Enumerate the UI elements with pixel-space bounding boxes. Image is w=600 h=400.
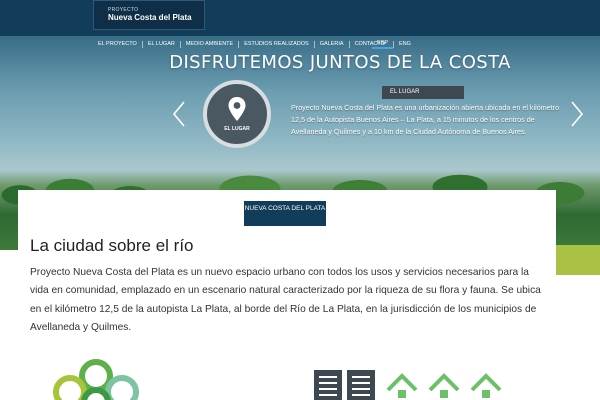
section-title: La ciudad sobre el río <box>30 236 194 255</box>
slider-next-button[interactable] <box>570 100 584 128</box>
section-tag: EL LUGAR <box>382 86 464 99</box>
lang-eng[interactable]: ENG <box>394 41 416 48</box>
hero-description: Proyecto Nueva Costa del Plata es una ur… <box>291 103 560 137</box>
nav-item-el-lugar[interactable]: EL LUGAR <box>143 40 181 48</box>
logo-title: Nueva Costa del Plata <box>108 13 192 22</box>
green-circles-icon <box>53 359 139 400</box>
top-bar <box>0 0 600 36</box>
main-nav: EL PROYECTO EL LUGAR MEDIO AMBIENTE ESTU… <box>93 38 390 50</box>
nav-item-galeria[interactable]: GALERIA <box>315 40 350 48</box>
site-logo[interactable]: PROYECTO Nueva Costa del Plata <box>93 0 205 30</box>
circle-label: EL LUGAR <box>224 126 250 132</box>
location-pin-icon <box>228 97 246 121</box>
el-lugar-circle-button[interactable]: EL LUGAR <box>203 80 271 148</box>
chevron-left-icon <box>172 101 185 127</box>
chevron-right-icon <box>571 101 584 127</box>
slider-prev-button[interactable] <box>172 100 186 128</box>
houses-icon <box>386 373 502 398</box>
grass-field <box>550 245 600 275</box>
nav-item-medio-ambiente[interactable]: MEDIO AMBIENTE <box>181 40 240 48</box>
lang-esp[interactable]: ESP <box>372 40 394 49</box>
hero-title: DISFRUTEMOS JUNTOS DE LA COSTA <box>169 52 511 73</box>
document-columns-icon <box>314 370 375 400</box>
brand-badge: NUEVA COSTA DEL PLATA <box>244 201 326 226</box>
nav-item-el-proyecto[interactable]: EL PROYECTO <box>93 40 143 48</box>
language-switcher: ESP ENG <box>372 38 416 50</box>
nav-item-estudios-realizados[interactable]: ESTUDIOS REALIZADOS <box>239 40 315 48</box>
section-body: Proyecto Nueva Costa del Plata es un nue… <box>30 267 541 333</box>
